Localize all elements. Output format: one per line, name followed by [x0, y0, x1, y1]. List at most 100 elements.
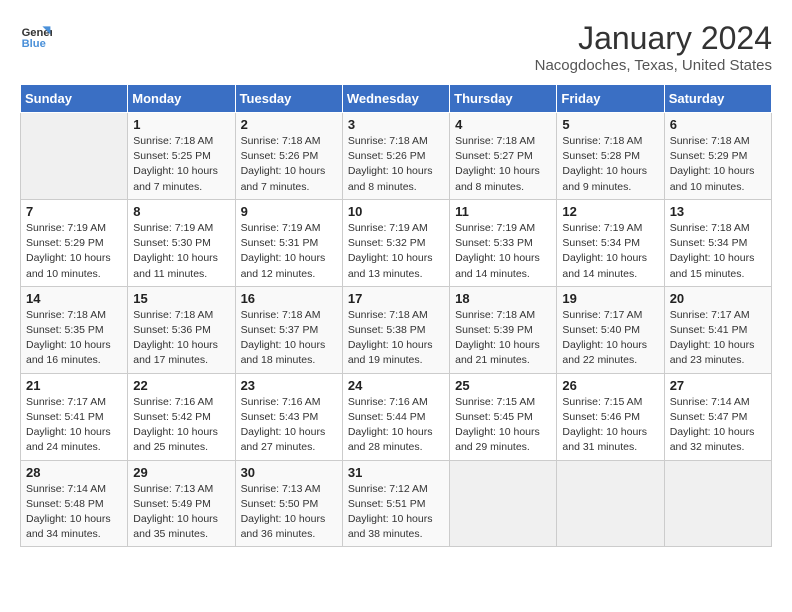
day-info: Sunrise: 7:19 AM Sunset: 5:34 PM Dayligh… — [562, 221, 658, 282]
calendar-cell: 20Sunrise: 7:17 AM Sunset: 5:41 PM Dayli… — [664, 286, 771, 373]
day-info: Sunrise: 7:18 AM Sunset: 5:25 PM Dayligh… — [133, 134, 229, 195]
calendar-cell: 18 Sunrise: 7:18 AM Sunset: 5:39 PM Dayli… — [450, 286, 557, 373]
calendar-week-row: 28Sunrise: 7:14 AM Sunset: 5:48 PM Dayli… — [21, 460, 772, 547]
day-number: 1 — [133, 117, 229, 132]
day-number: 4 — [455, 117, 551, 132]
calendar-cell: 3 Sunrise: 7:18 AM Sunset: 5:26 PM Daylig… — [342, 113, 449, 200]
calendar-cell: 8 Sunrise: 7:19 AM Sunset: 5:30 PM Daylig… — [128, 199, 235, 286]
day-info: Sunrise: 7:18 AM Sunset: 5:34 PM Dayligh… — [670, 221, 766, 282]
calendar-cell: 17 Sunrise: 7:18 AM Sunset: 5:38 PM Dayli… — [342, 286, 449, 373]
calendar-cell: 7 Sunrise: 7:19 AM Sunset: 5:29 PM Daylig… — [21, 199, 128, 286]
calendar-week-row: 21Sunrise: 7:17 AM Sunset: 5:41 PM Dayli… — [21, 373, 772, 460]
day-number: 24 — [348, 378, 444, 393]
day-info: Sunrise: 7:18 AM Sunset: 5:28 PM Dayligh… — [562, 134, 658, 195]
day-number: 17 — [348, 291, 444, 306]
day-number: 11 — [455, 204, 551, 219]
calendar-cell: 1 Sunrise: 7:18 AM Sunset: 5:25 PM Daylig… — [128, 113, 235, 200]
day-number: 19 — [562, 291, 658, 306]
page-header: General Blue January 2024 Nacogdoches, T… — [20, 20, 772, 74]
day-info: Sunrise: 7:18 AM Sunset: 5:29 PM Dayligh… — [670, 134, 766, 195]
day-info: Sunrise: 7:19 AM Sunset: 5:29 PM Dayligh… — [26, 221, 122, 282]
calendar-week-row: 1 Sunrise: 7:18 AM Sunset: 5:25 PM Daylig… — [21, 113, 772, 200]
calendar-cell: 14 Sunrise: 7:18 AM Sunset: 5:35 PM Dayli… — [21, 286, 128, 373]
day-info: Sunrise: 7:16 AM Sunset: 5:43 PM Dayligh… — [241, 395, 337, 456]
calendar-cell: 30Sunrise: 7:13 AM Sunset: 5:50 PM Dayli… — [235, 460, 342, 547]
day-info: Sunrise: 7:16 AM Sunset: 5:44 PM Dayligh… — [348, 395, 444, 456]
calendar-cell — [557, 460, 664, 547]
calendar-cell: 29Sunrise: 7:13 AM Sunset: 5:49 PM Dayli… — [128, 460, 235, 547]
weekday-header-thursday: Thursday — [450, 85, 557, 113]
day-number: 20 — [670, 291, 766, 306]
calendar-cell: 10 Sunrise: 7:19 AM Sunset: 5:32 PM Dayli… — [342, 199, 449, 286]
day-number: 18 — [455, 291, 551, 306]
day-info: Sunrise: 7:18 AM Sunset: 5:35 PM Dayligh… — [26, 308, 122, 369]
day-info: Sunrise: 7:19 AM Sunset: 5:33 PM Dayligh… — [455, 221, 551, 282]
calendar-subtitle: Nacogdoches, Texas, United States — [535, 57, 772, 74]
logo-icon: General Blue — [20, 20, 52, 52]
day-info: Sunrise: 7:16 AM Sunset: 5:42 PM Dayligh… — [133, 395, 229, 456]
day-number: 9 — [241, 204, 337, 219]
day-info: Sunrise: 7:15 AM Sunset: 5:46 PM Dayligh… — [562, 395, 658, 456]
calendar-title: January 2024 — [535, 20, 772, 57]
day-info: Sunrise: 7:18 AM Sunset: 5:26 PM Dayligh… — [348, 134, 444, 195]
calendar-cell: 12 Sunrise: 7:19 AM Sunset: 5:34 PM Dayli… — [557, 199, 664, 286]
day-number: 2 — [241, 117, 337, 132]
day-number: 30 — [241, 465, 337, 480]
calendar-cell: 27Sunrise: 7:14 AM Sunset: 5:47 PM Dayli… — [664, 373, 771, 460]
calendar-cell: 24 Sunrise: 7:16 AM Sunset: 5:44 PM Dayli… — [342, 373, 449, 460]
calendar-body: 1 Sunrise: 7:18 AM Sunset: 5:25 PM Daylig… — [21, 113, 772, 547]
calendar-cell: 9Sunrise: 7:19 AM Sunset: 5:31 PM Daylig… — [235, 199, 342, 286]
weekday-header-monday: Monday — [128, 85, 235, 113]
day-number: 13 — [670, 204, 766, 219]
day-number: 25 — [455, 378, 551, 393]
calendar-cell: 6 Sunrise: 7:18 AM Sunset: 5:29 PM Daylig… — [664, 113, 771, 200]
day-number: 26 — [562, 378, 658, 393]
calendar-week-row: 14 Sunrise: 7:18 AM Sunset: 5:35 PM Dayli… — [21, 286, 772, 373]
day-info: Sunrise: 7:12 AM Sunset: 5:51 PM Dayligh… — [348, 482, 444, 543]
calendar-cell: 21Sunrise: 7:17 AM Sunset: 5:41 PM Dayli… — [21, 373, 128, 460]
weekday-header-row: SundayMondayTuesdayWednesdayThursdayFrid… — [21, 85, 772, 113]
calendar-cell: 11 Sunrise: 7:19 AM Sunset: 5:33 PM Dayli… — [450, 199, 557, 286]
day-info: Sunrise: 7:18 AM Sunset: 5:37 PM Dayligh… — [241, 308, 337, 369]
weekday-header-friday: Friday — [557, 85, 664, 113]
day-info: Sunrise: 7:18 AM Sunset: 5:27 PM Dayligh… — [455, 134, 551, 195]
day-number: 15 — [133, 291, 229, 306]
day-number: 12 — [562, 204, 658, 219]
day-number: 7 — [26, 204, 122, 219]
logo: General Blue — [20, 20, 52, 52]
day-number: 16 — [241, 291, 337, 306]
day-info: Sunrise: 7:19 AM Sunset: 5:32 PM Dayligh… — [348, 221, 444, 282]
calendar-cell — [664, 460, 771, 547]
day-number: 29 — [133, 465, 229, 480]
day-number: 14 — [26, 291, 122, 306]
day-info: Sunrise: 7:17 AM Sunset: 5:40 PM Dayligh… — [562, 308, 658, 369]
day-number: 3 — [348, 117, 444, 132]
day-info: Sunrise: 7:19 AM Sunset: 5:30 PM Dayligh… — [133, 221, 229, 282]
calendar-cell: 23 Sunrise: 7:16 AM Sunset: 5:43 PM Dayli… — [235, 373, 342, 460]
calendar-cell: 2Sunrise: 7:18 AM Sunset: 5:26 PM Daylig… — [235, 113, 342, 200]
calendar-cell: 25Sunrise: 7:15 AM Sunset: 5:45 PM Dayli… — [450, 373, 557, 460]
day-number: 23 — [241, 378, 337, 393]
svg-text:Blue: Blue — [22, 38, 46, 50]
calendar-cell: 31Sunrise: 7:12 AM Sunset: 5:51 PM Dayli… — [342, 460, 449, 547]
calendar-table: SundayMondayTuesdayWednesdayThursdayFrid… — [20, 84, 772, 547]
day-number: 6 — [670, 117, 766, 132]
calendar-cell — [21, 113, 128, 200]
calendar-cell: 19 Sunrise: 7:17 AM Sunset: 5:40 PM Dayli… — [557, 286, 664, 373]
day-number: 28 — [26, 465, 122, 480]
calendar-cell — [450, 460, 557, 547]
day-info: Sunrise: 7:18 AM Sunset: 5:38 PM Dayligh… — [348, 308, 444, 369]
title-block: January 2024 Nacogdoches, Texas, United … — [535, 20, 772, 74]
weekday-header-tuesday: Tuesday — [235, 85, 342, 113]
day-number: 8 — [133, 204, 229, 219]
day-info: Sunrise: 7:18 AM Sunset: 5:39 PM Dayligh… — [455, 308, 551, 369]
weekday-header-sunday: Sunday — [21, 85, 128, 113]
day-info: Sunrise: 7:17 AM Sunset: 5:41 PM Dayligh… — [26, 395, 122, 456]
calendar-cell: 16 Sunrise: 7:18 AM Sunset: 5:37 PM Dayli… — [235, 286, 342, 373]
weekday-header-saturday: Saturday — [664, 85, 771, 113]
calendar-cell: 4 Sunrise: 7:18 AM Sunset: 5:27 PM Daylig… — [450, 113, 557, 200]
day-info: Sunrise: 7:14 AM Sunset: 5:47 PM Dayligh… — [670, 395, 766, 456]
calendar-cell: 26 Sunrise: 7:15 AM Sunset: 5:46 PM Dayli… — [557, 373, 664, 460]
calendar-cell: 28Sunrise: 7:14 AM Sunset: 5:48 PM Dayli… — [21, 460, 128, 547]
day-number: 10 — [348, 204, 444, 219]
